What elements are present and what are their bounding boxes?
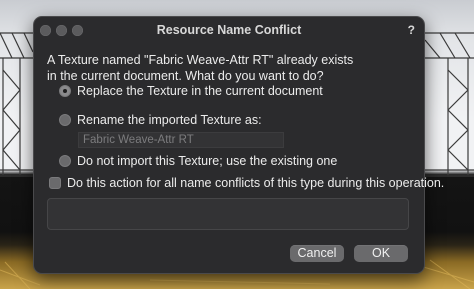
dialog-titlebar[interactable]: Resource Name Conflict ? xyxy=(34,17,424,44)
ok-button[interactable]: OK xyxy=(354,245,408,262)
dialog-title: Resource Name Conflict xyxy=(156,23,302,37)
apply-to-all-label: Do this action for all name conflicts of… xyxy=(67,176,445,190)
option-replace-label: Replace the Texture in the current docum… xyxy=(77,84,323,98)
conflict-message-line-1: A Texture named "Fabric Weave-Attr RT" a… xyxy=(47,53,354,67)
help-button[interactable]: ? xyxy=(408,23,415,37)
conflict-message-line-2: in the current document. What do you wan… xyxy=(47,69,324,83)
info-box xyxy=(47,198,409,230)
option-rename[interactable]: Rename the imported Texture as: xyxy=(59,112,262,128)
option-use-existing[interactable]: Do not import this Texture; use the exis… xyxy=(59,153,337,169)
radio-replace[interactable] xyxy=(59,85,71,97)
conflict-message: A Texture named "Fabric Weave-Attr RT" a… xyxy=(47,52,417,84)
apply-to-all-checkbox[interactable] xyxy=(49,177,61,189)
radio-use-existing[interactable] xyxy=(59,155,71,167)
rename-texture-input[interactable]: Fabric Weave-Attr RT xyxy=(78,132,284,148)
cancel-button[interactable]: Cancel xyxy=(290,245,344,262)
resource-name-conflict-dialog: Resource Name Conflict ? A Texture named… xyxy=(33,16,444,274)
radio-rename[interactable] xyxy=(59,114,71,126)
option-use-existing-label: Do not import this Texture; use the exis… xyxy=(77,154,338,168)
apply-to-all-row[interactable]: Do this action for all name conflicts of… xyxy=(49,175,444,191)
option-rename-label: Rename the imported Texture as: xyxy=(77,113,262,127)
option-replace[interactable]: Replace the Texture in the current docum… xyxy=(59,83,323,99)
